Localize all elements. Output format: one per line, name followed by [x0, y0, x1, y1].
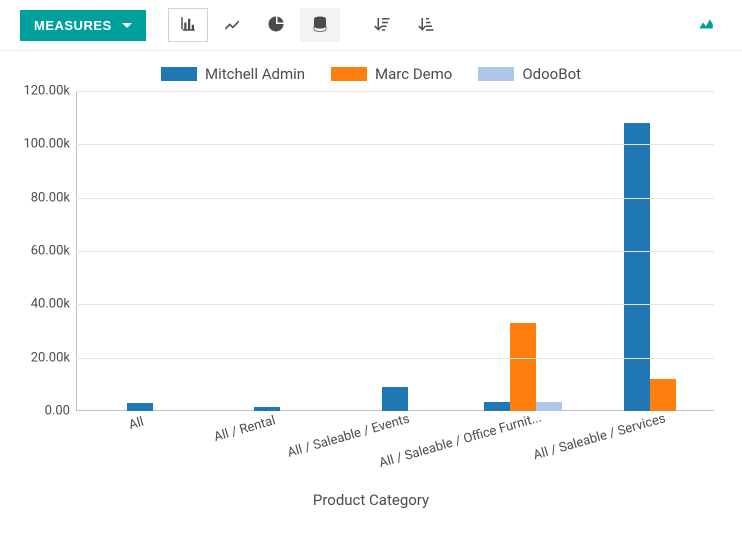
legend-label: OdooBot: [522, 65, 581, 83]
chart-toolbar: MEASURES: [0, 0, 742, 51]
area-chart-button[interactable]: [686, 8, 726, 42]
line-chart-icon: [223, 15, 241, 36]
grid-line: [76, 91, 714, 92]
pie-chart-icon: [267, 15, 285, 36]
chart-plot-area: 0.0020.00k40.00k60.00k80.00k100.00k120.0…: [76, 91, 714, 411]
legend-swatch: [161, 67, 197, 81]
bar[interactable]: [536, 402, 562, 411]
grid-line: [76, 358, 714, 359]
x-tick-label: All / Rental: [213, 413, 278, 445]
measures-button[interactable]: MEASURES: [20, 10, 146, 41]
sort-asc-button[interactable]: [406, 8, 446, 42]
legend-swatch: [331, 67, 367, 81]
y-tick-label: 80.00k: [31, 190, 76, 205]
bar-chart-button[interactable]: [168, 8, 208, 42]
y-tick-label: 40.00k: [31, 297, 76, 312]
chart-legend: Mitchell Admin Marc Demo OdooBot: [20, 65, 722, 83]
grid-line: [76, 304, 714, 305]
bar[interactable]: [624, 123, 650, 411]
sort-desc-button[interactable]: [362, 8, 402, 42]
y-tick-label: 100.00k: [23, 137, 76, 152]
x-tick-label: All: [127, 415, 145, 434]
area-chart-icon: [697, 15, 715, 36]
grid-line: [76, 251, 714, 252]
measures-button-label: MEASURES: [34, 18, 112, 33]
bar-chart-icon: [179, 15, 197, 36]
legend-item[interactable]: Marc Demo: [331, 65, 452, 83]
y-tick-label: 120.00k: [23, 84, 76, 99]
caret-down-icon: [122, 23, 132, 28]
sort-asc-icon: [417, 15, 435, 36]
y-tick-label: 60.00k: [31, 244, 76, 259]
legend-item[interactable]: OdooBot: [478, 65, 581, 83]
bar[interactable]: [650, 379, 676, 411]
y-tick-label: 0.00: [45, 404, 76, 419]
sort-desc-icon: [373, 15, 391, 36]
legend-label: Mitchell Admin: [205, 65, 305, 83]
bar[interactable]: [510, 323, 536, 411]
pie-chart-button[interactable]: [256, 8, 296, 42]
stacked-icon: [311, 15, 329, 36]
bar[interactable]: [127, 403, 153, 411]
grid-line: [76, 144, 714, 145]
bar[interactable]: [382, 387, 408, 411]
x-axis-labels: AllAll / RentalAll / Saleable / EventsAl…: [76, 411, 714, 489]
chart-container: Mitchell Admin Marc Demo OdooBot 0.0020.…: [0, 51, 742, 517]
legend-item[interactable]: Mitchell Admin: [161, 65, 305, 83]
x-axis-title: Product Category: [20, 491, 722, 509]
line-chart-button[interactable]: [212, 8, 252, 42]
grid-line: [76, 198, 714, 199]
y-tick-label: 20.00k: [31, 350, 76, 365]
legend-swatch: [478, 67, 514, 81]
bar[interactable]: [484, 402, 510, 411]
legend-label: Marc Demo: [375, 65, 452, 83]
stacked-chart-button[interactable]: [300, 8, 340, 42]
